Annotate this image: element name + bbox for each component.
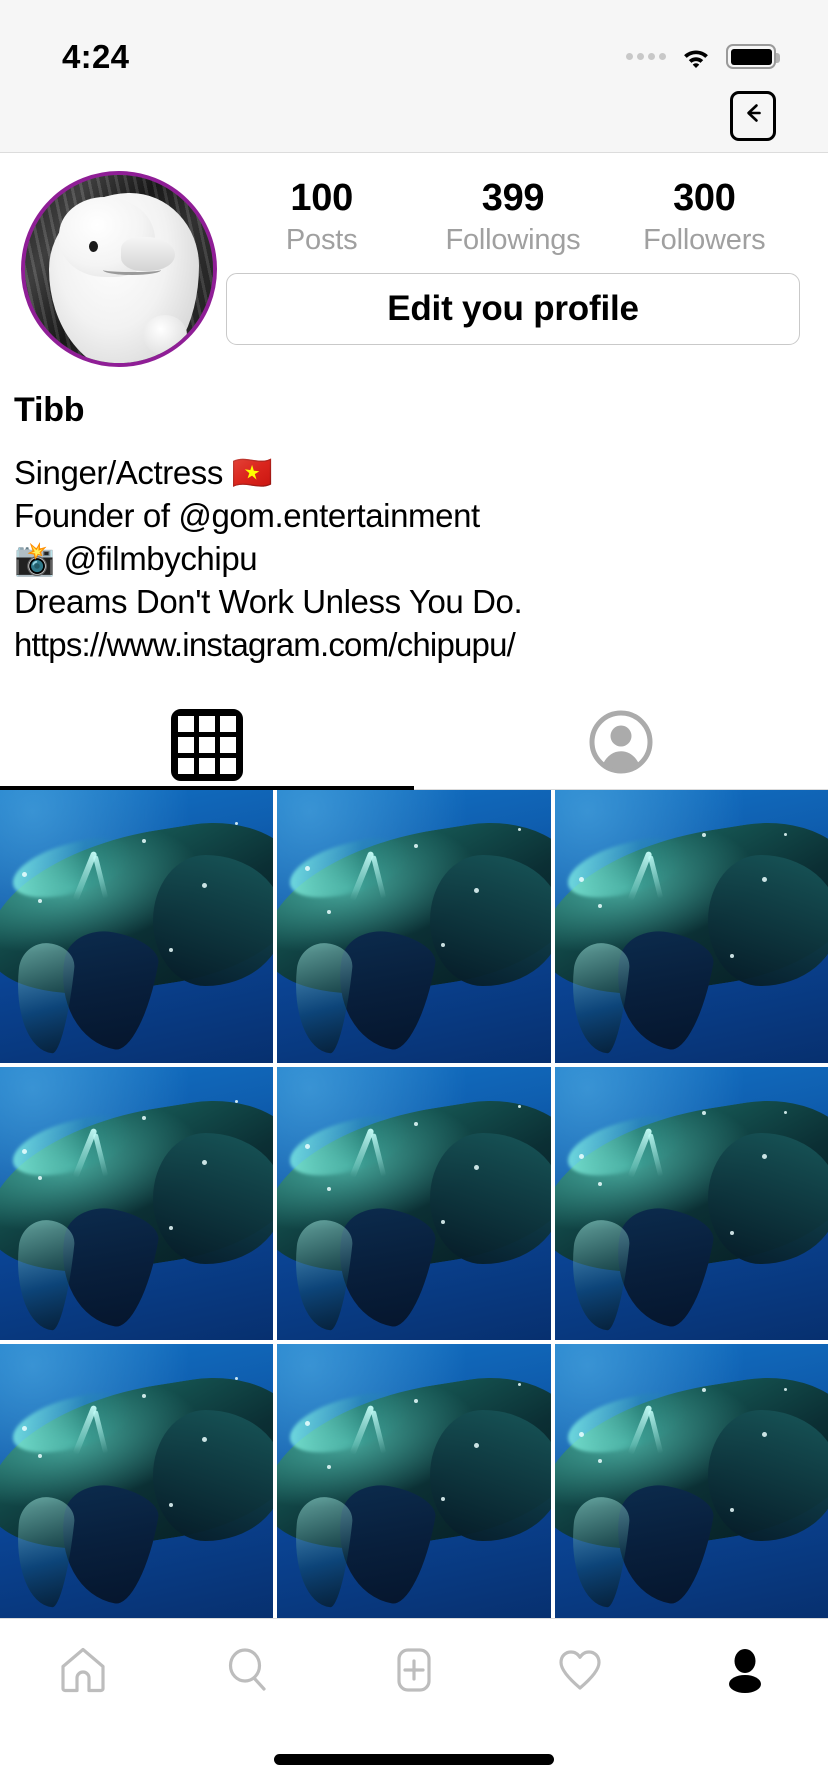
photo-cell[interactable] [554, 1066, 828, 1341]
photo-cell[interactable] [0, 789, 274, 1063]
photo-cell[interactable] [0, 1066, 274, 1341]
profile-website-link[interactable]: https://www.instagram.com/chipupu/ [14, 624, 810, 667]
stat-followers[interactable]: 300 Followers [609, 177, 800, 263]
photo-cell[interactable] [277, 1066, 551, 1341]
person-circle-icon [588, 709, 654, 780]
nav-item-home[interactable] [0, 1643, 166, 1702]
bio-line: Founder of @gom.entertainment [14, 496, 480, 534]
avatar[interactable] [21, 170, 217, 367]
photo-cell[interactable] [0, 1344, 274, 1618]
battery-icon [726, 44, 780, 70]
photo-cell[interactable] [554, 789, 828, 1063]
stat-followers-value: 300 [673, 176, 736, 219]
stat-followings-value: 399 [481, 176, 545, 219]
nav-item-search[interactable] [166, 1643, 332, 1702]
heart-icon [553, 1643, 607, 1702]
nav-bar [0, 87, 828, 153]
avatar-beluga-mouth [103, 265, 161, 275]
plus-square-icon [387, 1643, 441, 1702]
profile-stats-column: 100 Posts 399 Followings 300 Followers E… [226, 167, 828, 367]
nav-item-profile[interactable] [662, 1643, 828, 1702]
back-arrow-icon [739, 99, 767, 132]
profile-header: 100 Posts 399 Followings 300 Followers E… [0, 153, 828, 367]
bio-line: Singer/Actress 🇻🇳 [14, 453, 273, 491]
bio-line: 📸 @filmbychipu [14, 539, 258, 577]
stat-followers-label: Followers [643, 224, 766, 257]
grid-icon [171, 708, 243, 781]
stat-followings[interactable]: 399 Followings [417, 177, 608, 263]
bottom-navigation [0, 1617, 828, 1727]
avatar-beluga-eye [89, 240, 98, 252]
profile-tabs [0, 701, 828, 790]
photo-cell[interactable] [277, 789, 551, 1063]
profile-display-name: Tibb [14, 390, 85, 429]
photo-grid [0, 789, 828, 1618]
edit-profile-button-label: Edit you profile [387, 288, 639, 328]
photo-cell[interactable] [277, 1344, 551, 1618]
profile-bio: Tibb Singer/Actress 🇻🇳 Founder of @gom.e… [0, 367, 828, 667]
search-icon [221, 1643, 275, 1702]
home-indicator[interactable] [274, 1753, 554, 1765]
instagram-profile-screen: 4:24 100 Posts 399 Followings 300 Follow… [0, 0, 828, 1792]
photo-cell[interactable] [554, 1344, 828, 1618]
avatar-beluga-fin [143, 314, 187, 355]
person-filled-icon [718, 1643, 772, 1702]
signal-dots-icon [626, 53, 666, 61]
status-bar-time: 4:24 [62, 37, 130, 75]
profile-stats: 100 Posts 399 Followings 300 Followers [226, 167, 800, 263]
nav-item-activity[interactable] [497, 1643, 663, 1702]
profile-bio-text: Singer/Actress 🇻🇳 Founder of @gom.entert… [14, 452, 810, 667]
stat-posts[interactable]: 100 Posts [226, 177, 417, 263]
nav-item-create[interactable] [331, 1643, 497, 1702]
home-icon [56, 1643, 110, 1702]
status-bar: 4:24 [0, 0, 828, 88]
bio-line: Dreams Don't Work Unless You Do. [14, 582, 523, 620]
stat-followings-label: Followings [445, 224, 581, 257]
tab-grid[interactable] [0, 701, 414, 789]
home-indicator-area [0, 1726, 828, 1792]
tab-tagged[interactable] [414, 701, 828, 789]
avatar-container[interactable] [12, 167, 226, 367]
stat-posts-label: Posts [285, 224, 358, 257]
edit-profile-button[interactable]: Edit you profile [226, 272, 800, 345]
back-button[interactable] [730, 90, 776, 141]
stat-posts-value: 100 [290, 176, 353, 219]
status-bar-indicators [626, 44, 780, 70]
wifi-icon [680, 45, 712, 69]
